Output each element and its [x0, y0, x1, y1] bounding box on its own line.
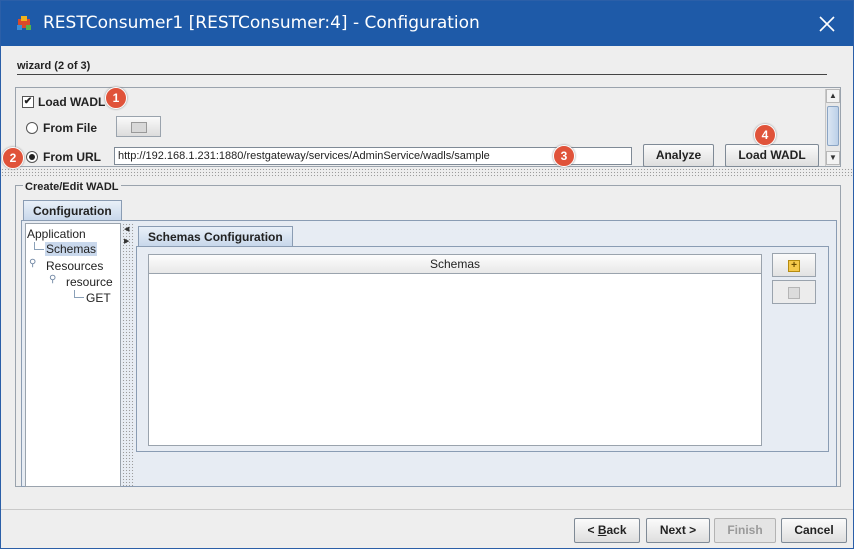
tree-line [34, 249, 44, 250]
tree-node-resources[interactable]: Resources [46, 259, 103, 273]
annotation-badge-4: 4 [754, 124, 776, 146]
load-wadl-button[interactable]: Load WADL [725, 144, 819, 167]
from-file-radio[interactable] [26, 122, 38, 134]
tab-schemas-configuration[interactable]: Schemas Configuration [138, 226, 293, 247]
annotation-badge-2: 2 [2, 147, 24, 169]
next-button[interactable]: Next > [646, 518, 710, 543]
annotation-badge-1: 1 [105, 87, 127, 109]
load-wadl-panel: ✔ Load WADL From File From URL Analyze L… [15, 87, 841, 167]
add-schema-button[interactable]: + [772, 253, 816, 277]
scroll-thumb[interactable] [827, 106, 839, 146]
browse-file-button[interactable] [116, 116, 161, 137]
window-title: RESTConsumer1 [RESTConsumer:4] - Configu… [43, 13, 480, 33]
tab-configuration[interactable]: Configuration [23, 200, 122, 221]
configuration-window: RESTConsumer1 [RESTConsumer:4] - Configu… [0, 0, 854, 549]
wizard-step-label: wizard (2 of 3) [17, 60, 91, 72]
group-title: Create/Edit WADL [23, 181, 121, 193]
add-icon: + [788, 260, 800, 272]
analyze-button[interactable]: Analyze [643, 144, 714, 167]
schemas-table: Schemas [148, 254, 762, 446]
wadl-tree: Application Schemas ⚲ Resources ⚲ resour… [25, 223, 121, 487]
from-file-label: From File [43, 121, 98, 135]
collapse-right-icon[interactable]: ▶ [124, 237, 129, 245]
tree-expand-icon[interactable]: ⚲ [29, 258, 36, 269]
title-bar: RESTConsumer1 [RESTConsumer:4] - Configu… [1, 1, 853, 46]
splitter[interactable] [1, 168, 853, 177]
folder-icon [131, 122, 147, 133]
cancel-button[interactable]: Cancel [781, 518, 847, 543]
collapse-left-icon[interactable]: ◀ [124, 225, 129, 233]
annotation-badge-3: 3 [553, 145, 575, 167]
tree-node-schemas[interactable]: Schemas [45, 242, 98, 256]
tree-node-get[interactable]: GET [86, 291, 111, 305]
load-wadl-checkbox[interactable]: ✔ [22, 96, 34, 108]
load-wadl-label: Load WADL [38, 95, 106, 109]
back-button[interactable]: < Back [574, 518, 640, 543]
back-prefix: < [587, 523, 598, 537]
vertical-scrollbar[interactable]: ▲ ▼ [825, 89, 840, 166]
schemas-column-header[interactable]: Schemas [149, 255, 761, 274]
scroll-down-icon[interactable]: ▼ [826, 151, 840, 165]
footer-divider [1, 509, 853, 510]
remove-schema-button[interactable] [772, 280, 816, 304]
tree-node-application[interactable]: Application [27, 227, 86, 241]
from-url-label: From URL [43, 150, 101, 164]
tree-expand-icon[interactable]: ⚲ [49, 274, 56, 285]
from-url-radio[interactable] [26, 151, 38, 163]
scroll-up-icon[interactable]: ▲ [826, 89, 840, 103]
remove-icon [788, 287, 800, 299]
wizard-divider [17, 74, 827, 75]
app-icon [17, 16, 31, 30]
close-icon[interactable] [815, 12, 839, 36]
back-rest: ack [606, 523, 627, 537]
tree-line [74, 297, 84, 298]
tree-splitter[interactable]: ◀ ▶ [122, 223, 134, 487]
finish-button[interactable]: Finish [714, 518, 776, 543]
tree-node-resource[interactable]: resource [66, 275, 113, 289]
